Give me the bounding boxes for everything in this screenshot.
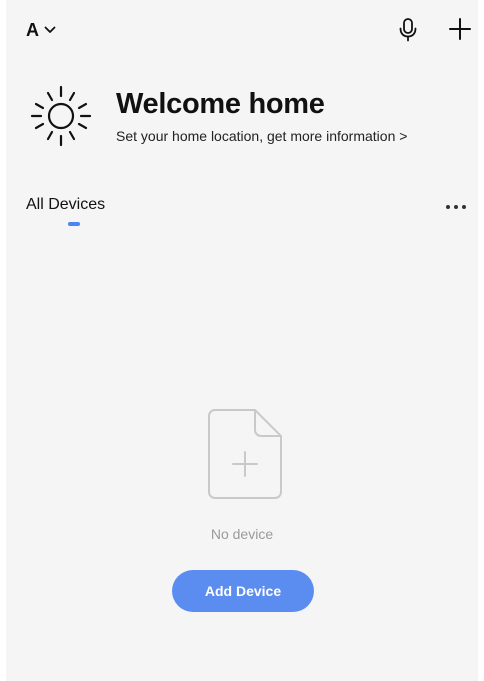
more-dots-icon [446, 205, 466, 209]
voice-button[interactable] [396, 16, 420, 44]
chevron-down-icon [44, 26, 56, 33]
tab-label: All Devices [26, 196, 106, 213]
empty-state-message: No device [210, 526, 274, 542]
add-device-button[interactable]: Add Device [172, 570, 314, 612]
add-button[interactable] [448, 15, 472, 43]
microphone-icon [399, 18, 417, 42]
plus-icon [449, 18, 471, 40]
set-home-location-link[interactable]: Set your home location, get more informa… [116, 128, 407, 144]
tab-all-devices[interactable]: All Devices [26, 196, 106, 226]
home-name: A [26, 19, 39, 40]
home-switcher[interactable]: A [26, 18, 56, 42]
more-button[interactable] [444, 200, 468, 214]
welcome-title: Welcome home [116, 88, 325, 120]
empty-file-plus-icon [208, 409, 282, 499]
sun-icon [30, 85, 92, 147]
active-tab-indicator [68, 222, 80, 226]
app-screen: A Welcome home Set your home location, g… [6, 0, 478, 681]
